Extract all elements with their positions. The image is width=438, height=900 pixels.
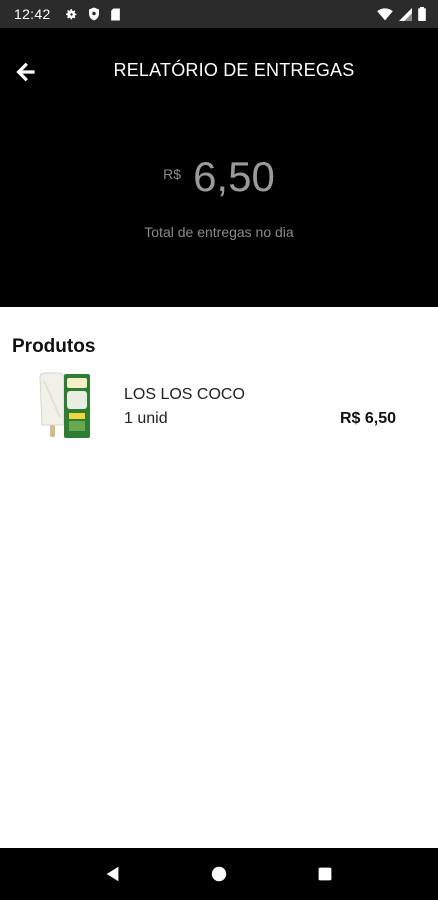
signal-icon bbox=[399, 7, 412, 21]
status-left: 12:42 bbox=[14, 6, 121, 22]
sd-card-icon bbox=[110, 8, 121, 21]
report-header: RELATÓRIO DE ENTREGAS R$ 6,50 Total de e… bbox=[0, 28, 438, 307]
product-quantity: 1 unid bbox=[124, 410, 168, 427]
nav-home-button[interactable] bbox=[199, 854, 239, 894]
products-title: Produtos bbox=[12, 336, 96, 357]
total-caption: Total de entregas no dia bbox=[144, 224, 294, 240]
status-time: 12:42 bbox=[14, 6, 51, 22]
status-bar: 12:42 bbox=[0, 0, 438, 28]
product-image bbox=[34, 371, 94, 441]
daily-total: R$ 6,50 bbox=[0, 156, 438, 198]
total-currency: R$ bbox=[163, 166, 182, 182]
nav-recents-button[interactable] bbox=[305, 854, 345, 894]
nav-back-button[interactable] bbox=[93, 854, 133, 894]
shield-icon bbox=[88, 7, 100, 21]
back-triangle-icon bbox=[106, 866, 119, 882]
page-title: RELATÓRIO DE ENTREGAS bbox=[113, 60, 355, 80]
home-circle-icon bbox=[211, 866, 227, 882]
status-right bbox=[377, 7, 426, 21]
gear-icon bbox=[65, 8, 78, 21]
recents-square-icon bbox=[318, 867, 332, 881]
battery-icon bbox=[418, 7, 426, 21]
product-price: R$ 6,50 bbox=[339, 410, 396, 427]
wifi-icon bbox=[377, 7, 393, 21]
list-item[interactable]: LOS LOS COCO 1 unid R$ 6,50 bbox=[0, 368, 438, 444]
total-value: 6,50 bbox=[193, 153, 275, 200]
navigation-bar bbox=[0, 848, 438, 900]
product-name: LOS LOS COCO bbox=[124, 386, 245, 403]
